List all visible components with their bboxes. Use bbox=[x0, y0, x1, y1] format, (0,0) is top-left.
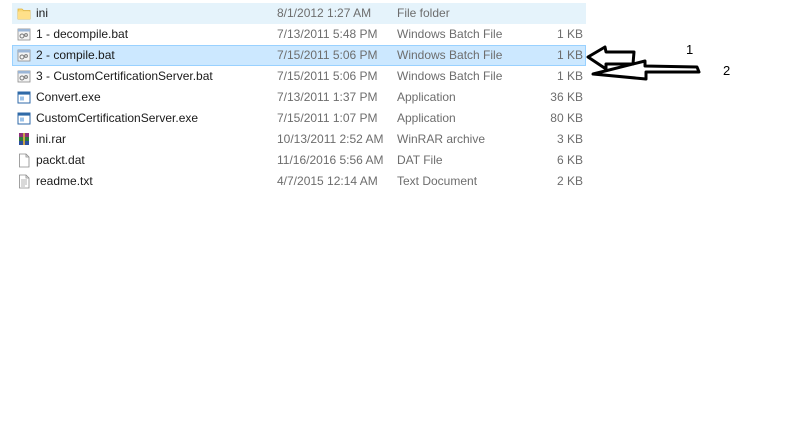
file-row-readme-txt[interactable]: readme.txt 4/7/2015 12:14 AM Text Docume… bbox=[12, 171, 586, 192]
file-row-convert-exe[interactable]: Convert.exe 7/13/2011 1:37 PM Applicatio… bbox=[12, 87, 586, 108]
file-list: ini 8/1/2012 1:27 AM File folder 1 - dec… bbox=[12, 3, 586, 192]
file-date: 7/15/2011 1:07 PM bbox=[277, 111, 378, 125]
file-size: 1 KB bbox=[556, 69, 583, 83]
annotation-label-1: 1 bbox=[686, 42, 694, 57]
text-document-icon bbox=[19, 174, 30, 189]
file-size: 1 KB bbox=[556, 27, 583, 41]
file-date: 10/13/2011 2:52 AM bbox=[277, 132, 384, 146]
file-size: 3 KB bbox=[556, 132, 583, 146]
file-type: DAT File bbox=[397, 153, 443, 167]
file-type: Windows Batch File bbox=[397, 69, 503, 83]
file-name: packt.dat bbox=[36, 153, 85, 167]
file-size: 6 KB bbox=[556, 153, 583, 167]
file-type: Application bbox=[397, 90, 456, 104]
file-size: 36 KB bbox=[550, 90, 583, 104]
file-date: 7/13/2011 5:48 PM bbox=[277, 27, 378, 41]
file-row-customcertificationserver-bat[interactable]: 3 - CustomCertificationServer.bat 7/15/2… bbox=[12, 66, 586, 87]
file-date: 11/16/2016 5:56 AM bbox=[277, 153, 384, 167]
file-name: 2 - compile.bat bbox=[36, 48, 115, 62]
batch-file-icon bbox=[17, 49, 31, 62]
winrar-archive-icon bbox=[19, 133, 29, 145]
annotation-label-2: 2 bbox=[723, 63, 731, 78]
file-size: 2 KB bbox=[556, 174, 583, 188]
file-row-ini[interactable]: ini 8/1/2012 1:27 AM File folder bbox=[12, 3, 586, 24]
file-size: 1 KB bbox=[556, 48, 583, 62]
batch-file-icon bbox=[17, 28, 31, 41]
file-name: 1 - decompile.bat bbox=[36, 27, 129, 41]
file-name: ini bbox=[36, 6, 49, 20]
file-date: 7/13/2011 1:37 PM bbox=[277, 90, 378, 104]
application-icon bbox=[17, 91, 31, 104]
file-date: 7/15/2011 5:06 PM bbox=[277, 48, 378, 62]
file-date: 7/15/2011 5:06 PM bbox=[277, 69, 378, 83]
file-type: WinRAR archive bbox=[397, 132, 486, 146]
batch-file-icon bbox=[17, 70, 31, 83]
file-row-decompile-bat[interactable]: 1 - decompile.bat 7/13/2011 5:48 PM Wind… bbox=[12, 24, 586, 45]
file-name: readme.txt bbox=[36, 174, 93, 188]
file-type: Windows Batch File bbox=[397, 27, 503, 41]
file-name: ini.rar bbox=[36, 132, 67, 146]
file-date: 4/7/2015 12:14 AM bbox=[277, 174, 378, 188]
file-name: Convert.exe bbox=[36, 90, 101, 104]
file-size bbox=[513, 4, 583, 23]
file-row-compile-bat[interactable]: 2 - compile.bat 7/15/2011 5:06 PM Window… bbox=[12, 45, 586, 66]
document-icon bbox=[19, 153, 30, 168]
arrow-2-icon bbox=[591, 59, 701, 81]
file-name: CustomCertificationServer.exe bbox=[36, 111, 199, 125]
folder-icon bbox=[17, 8, 31, 20]
file-type: Text Document bbox=[397, 174, 478, 188]
file-type: Application bbox=[397, 111, 456, 125]
file-type: File folder bbox=[397, 6, 450, 20]
file-name: 3 - CustomCertificationServer.bat bbox=[36, 69, 213, 83]
file-type: Windows Batch File bbox=[397, 48, 503, 62]
file-row-ini-rar[interactable]: ini.rar 10/13/2011 2:52 AM WinRAR archiv… bbox=[12, 129, 586, 150]
arrow-1-icon bbox=[586, 45, 636, 71]
file-row-customcertificationserver-exe[interactable]: CustomCertificationServer.exe 7/15/2011 … bbox=[12, 108, 586, 129]
file-size: 80 KB bbox=[550, 111, 583, 125]
file-row-packt-dat[interactable]: packt.dat 11/16/2016 5:56 AM DAT File 6 … bbox=[12, 150, 586, 171]
file-date: 8/1/2012 1:27 AM bbox=[277, 6, 372, 20]
application-icon bbox=[17, 112, 31, 125]
